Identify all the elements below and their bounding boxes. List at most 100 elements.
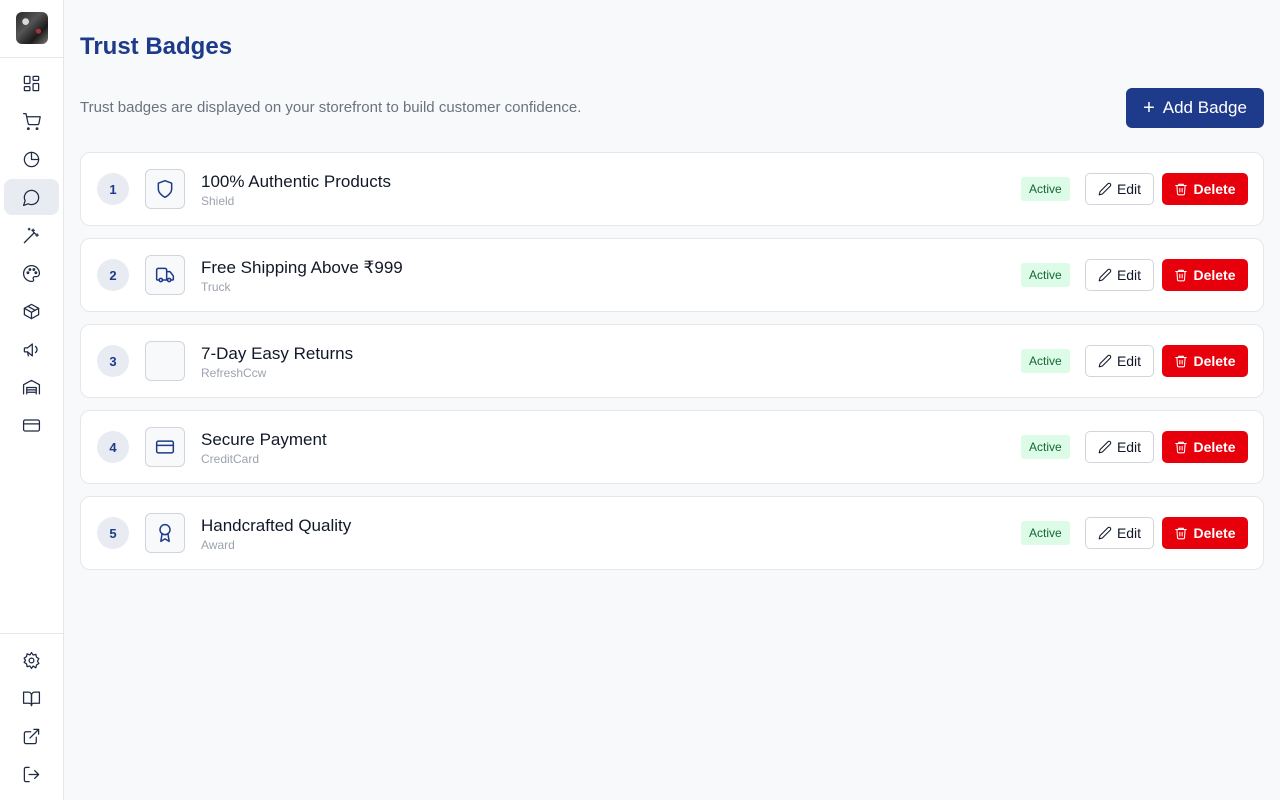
trash-icon (1175, 183, 1188, 196)
palette-icon (22, 264, 41, 282)
badge-order: 4 (97, 431, 129, 463)
external-link-icon (23, 728, 40, 744)
trash-icon (1175, 269, 1188, 282)
delete-label: Delete (1193, 353, 1236, 369)
nav-theme[interactable] (4, 255, 59, 291)
nav-settings[interactable] (4, 642, 59, 678)
cart-icon (22, 112, 41, 130)
status-badge: Active (1021, 177, 1070, 201)
nav-view-store[interactable] (4, 718, 59, 754)
delete-label: Delete (1193, 439, 1236, 455)
nav-docs[interactable] (4, 680, 59, 716)
edit-button[interactable]: Edit (1085, 517, 1154, 549)
edit-button[interactable]: Edit (1085, 259, 1154, 291)
sidebar (0, 0, 64, 800)
package-icon (23, 303, 40, 319)
divider (0, 633, 64, 634)
badge-icon-box (145, 169, 185, 209)
edit-label: Edit (1116, 439, 1142, 455)
edit-label: Edit (1116, 181, 1142, 197)
logout-icon (23, 766, 40, 782)
pencil-icon (1098, 440, 1112, 454)
nav-logout[interactable] (4, 756, 59, 792)
badge-card: 3 7-Day Easy Returns RefreshCcw Active E… (80, 324, 1264, 398)
delete-button[interactable]: Delete (1162, 431, 1248, 463)
delete-button[interactable]: Delete (1162, 517, 1248, 549)
badge-title: 7-Day Easy Returns (201, 344, 354, 363)
badge-icon-name: CreditCard (201, 452, 260, 466)
pencil-icon (1098, 268, 1112, 282)
status-badge: Active (1021, 349, 1070, 373)
badge-title: 100% Authentic Products (201, 172, 391, 191)
delete-button[interactable]: Delete (1162, 259, 1248, 291)
badge-icon-name: Truck (201, 280, 231, 294)
badge-card: 2 Free Shipping Above ₹999 Truck Active … (80, 238, 1264, 312)
edit-label: Edit (1116, 267, 1142, 283)
main-content: Trust Badges Trust badges are displayed … (64, 0, 1280, 800)
edit-label: Edit (1116, 525, 1142, 541)
megaphone-icon (23, 342, 38, 356)
add-badge-button[interactable]: + Add Badge (1126, 88, 1264, 128)
add-badge-label: Add Badge (1162, 98, 1247, 117)
badge-icon-box (145, 341, 185, 381)
settings-icon (23, 651, 40, 669)
badge-icon-box (145, 255, 185, 295)
badge-card: 4 Secure Payment CreditCard Active Edit … (80, 410, 1264, 484)
delete-button[interactable]: Delete (1162, 173, 1248, 205)
edit-button[interactable]: Edit (1085, 345, 1154, 377)
nav-orders[interactable] (4, 103, 59, 139)
page-title: Trust Badges (80, 33, 233, 60)
warehouse-icon (22, 379, 41, 394)
book-open-icon (22, 691, 41, 706)
page-description: Trust badges are displayed on your store… (80, 99, 582, 116)
edit-button[interactable]: Edit (1085, 431, 1154, 463)
status-badge: Active (1021, 435, 1070, 459)
pencil-icon (1098, 182, 1112, 196)
shield-icon (157, 179, 173, 199)
badge-card: 1 100% Authentic Products Shield Active … (80, 152, 1264, 226)
delete-label: Delete (1193, 525, 1236, 541)
delete-label: Delete (1193, 181, 1236, 197)
message-circle-icon (22, 189, 40, 206)
edit-label: Edit (1116, 353, 1142, 369)
credit-card-icon (155, 440, 175, 454)
badge-title: Secure Payment (201, 430, 327, 449)
delete-button[interactable]: Delete (1162, 345, 1248, 377)
badge-list: 1 100% Authentic Products Shield Active … (80, 152, 1264, 582)
badge-order: 5 (97, 517, 129, 549)
nav-payments[interactable] (4, 407, 59, 443)
badge-order: 1 (97, 173, 129, 205)
store-logo[interactable] (16, 12, 48, 44)
trash-icon (1175, 355, 1188, 368)
badge-icon-box (145, 513, 185, 553)
badge-order: 3 (97, 345, 129, 377)
badge-icon-name: RefreshCcw (201, 366, 267, 380)
truck-icon (155, 267, 175, 283)
nav-products[interactable] (4, 293, 59, 329)
wand-icon (23, 227, 39, 243)
badge-icon-name: Shield (201, 194, 235, 208)
edit-button[interactable]: Edit (1085, 173, 1154, 205)
divider (0, 57, 64, 58)
nav-inventory[interactable] (4, 369, 59, 405)
trash-icon (1175, 527, 1188, 540)
badge-order: 2 (97, 259, 129, 291)
nav-dashboard[interactable] (4, 65, 59, 101)
pencil-icon (1098, 354, 1112, 368)
award-icon (159, 523, 171, 543)
credit-card-icon (22, 418, 41, 432)
badge-title: Free Shipping Above ₹999 (201, 258, 403, 277)
badge-title: Handcrafted Quality (201, 516, 352, 535)
nav-customize[interactable] (4, 217, 59, 253)
status-badge: Active (1021, 263, 1070, 287)
trash-icon (1175, 441, 1188, 454)
nav-trust-badges[interactable] (4, 179, 59, 215)
nav-marketing[interactable] (4, 331, 59, 367)
status-badge: Active (1021, 521, 1070, 545)
pie-chart-icon (23, 151, 40, 167)
badge-icon-name: Award (201, 538, 235, 552)
badge-card: 5 Handcrafted Quality Award Active Edit … (80, 496, 1264, 570)
plus-icon: + (1143, 97, 1155, 119)
nav-analytics[interactable] (4, 141, 59, 177)
badge-icon-box (145, 427, 185, 467)
